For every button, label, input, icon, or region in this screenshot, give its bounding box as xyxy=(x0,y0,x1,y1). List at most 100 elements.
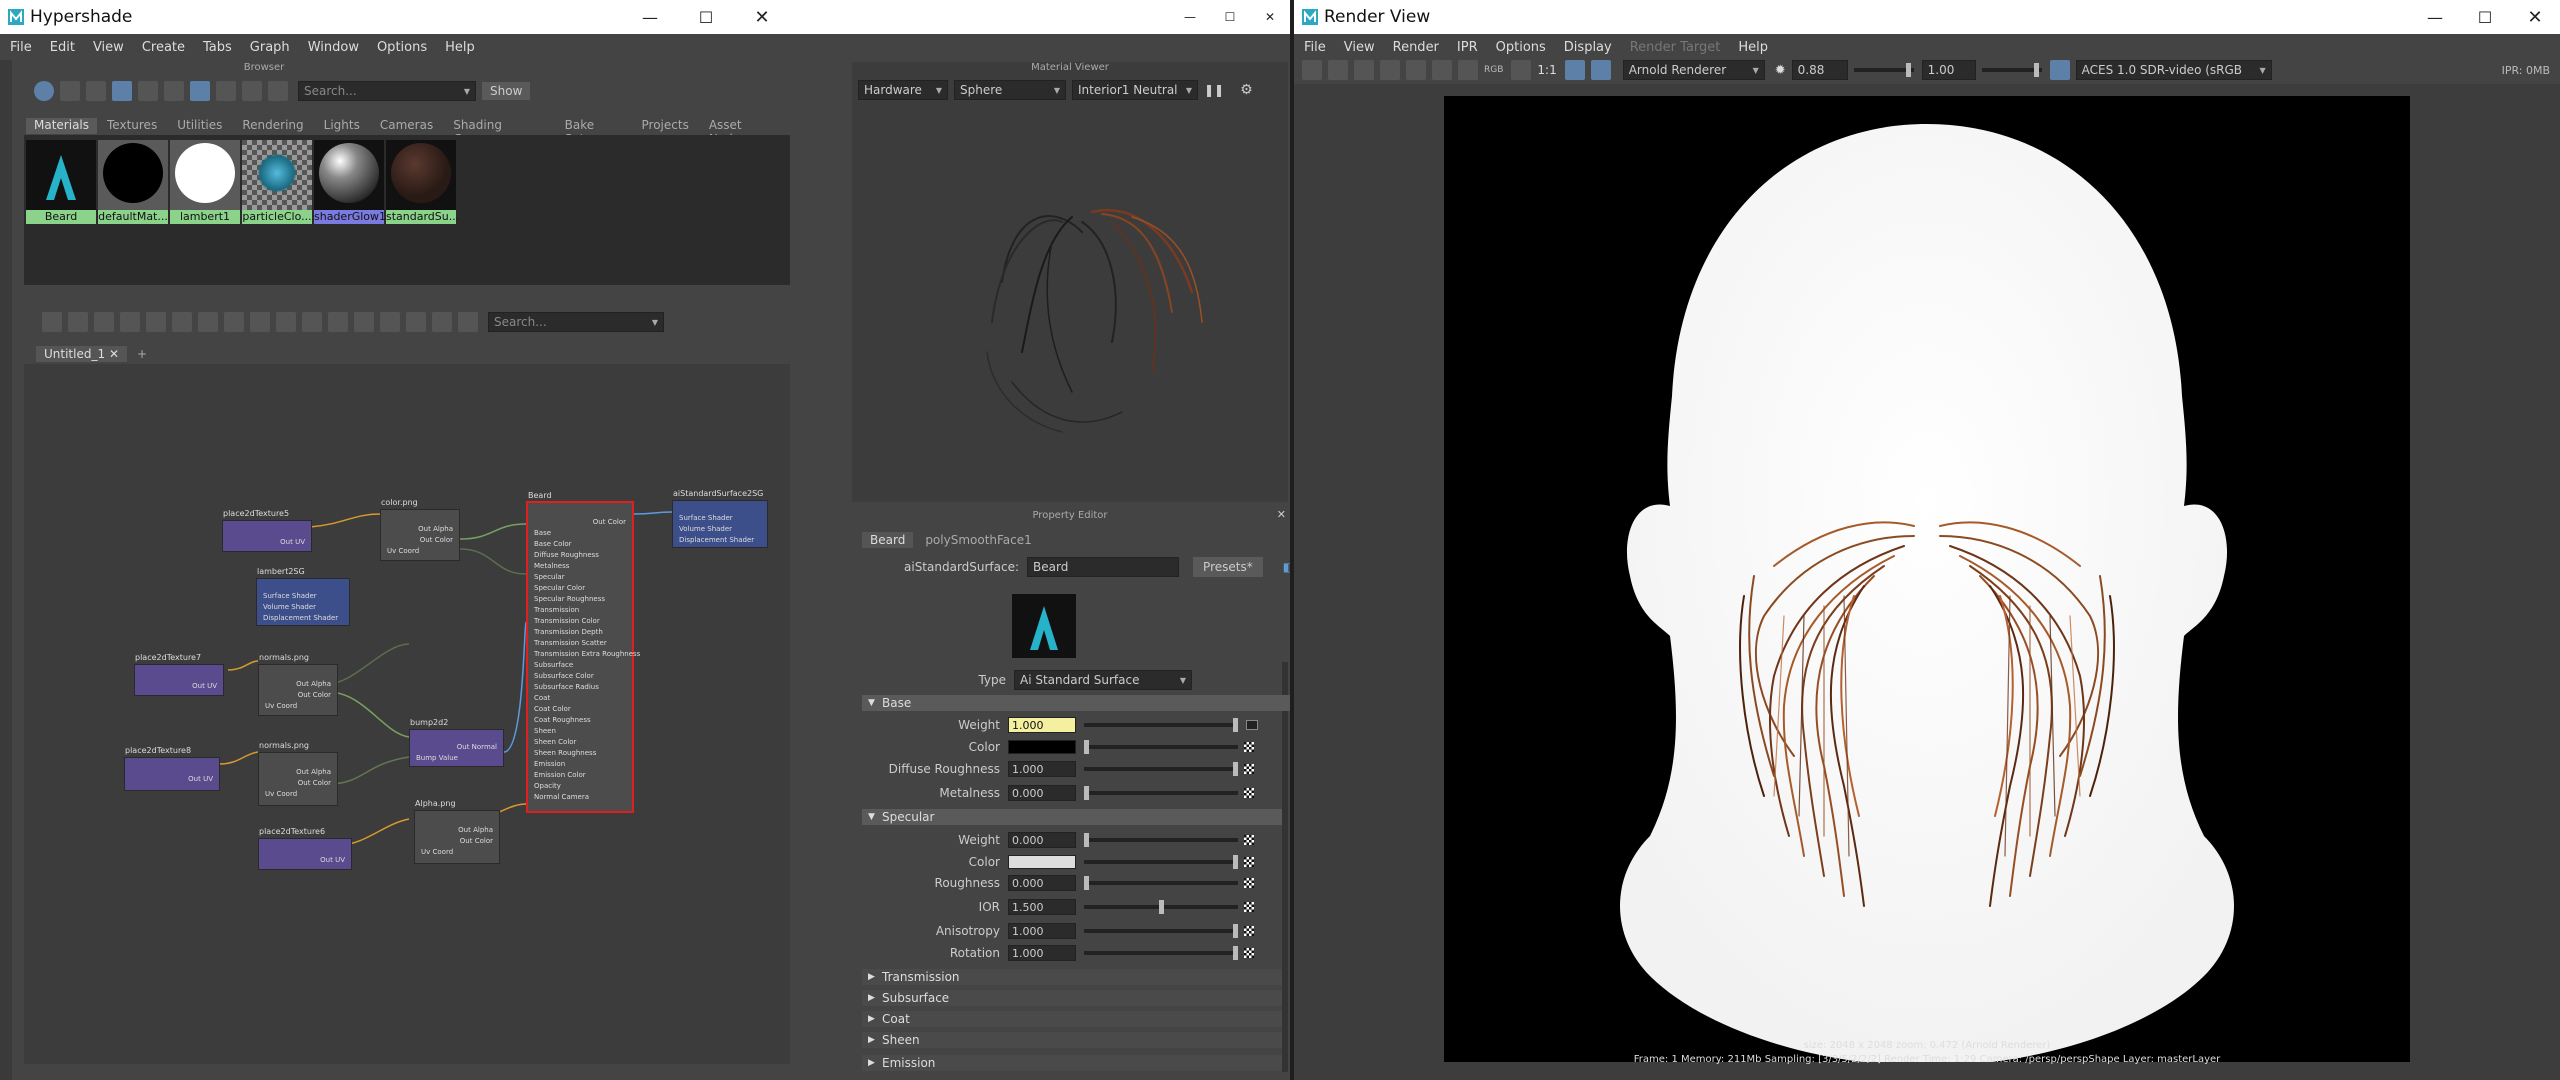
icons-view-icon[interactable] xyxy=(112,81,132,101)
section-sheen[interactable]: ▶ Sheen xyxy=(862,1032,1282,1048)
full-mode-icon[interactable] xyxy=(276,312,296,332)
viewer-environment-dropdown[interactable]: Interior1 Neutral xyxy=(1072,80,1198,100)
exposure-icon[interactable]: ✹ xyxy=(1775,63,1786,78)
gamma-slider[interactable] xyxy=(1981,63,2042,77)
node-bump2d2[interactable]: bump2d2 Out Normal Bump Value xyxy=(409,718,504,767)
redo-render-icon[interactable] xyxy=(1302,60,1322,80)
tab-materials[interactable]: Materials xyxy=(26,118,98,134)
attr-ior[interactable]: IOR 1.500 xyxy=(868,898,1282,916)
display-icon[interactable] xyxy=(1564,60,1585,80)
hs-minimize-button[interactable]: — xyxy=(1170,0,1210,34)
renderer-dropdown[interactable]: Arnold Renderer xyxy=(1622,60,1765,80)
rv-menu-file[interactable]: File xyxy=(1304,40,1326,55)
render-region-icon[interactable] xyxy=(1328,60,1348,80)
remove-selected-icon[interactable] xyxy=(172,312,192,332)
rv-menu-ipr[interactable]: IPR xyxy=(1457,40,1478,55)
find-icon[interactable] xyxy=(328,312,348,332)
rv-menu-help[interactable]: Help xyxy=(1738,40,1768,55)
tab-utilities[interactable]: Utilities xyxy=(167,118,232,134)
section-specular[interactable]: ▼ Specular xyxy=(862,809,1282,825)
node-place2dtexture6[interactable]: place2dTexture6 Out UV xyxy=(258,827,352,870)
node-normals-png-2[interactable]: normals.png Out Alpha Out Color Uv Coord xyxy=(258,741,338,806)
frame-image-icon[interactable] xyxy=(1590,60,1611,80)
rv-maximize-button[interactable]: ☐ xyxy=(2460,0,2510,34)
node-place2dtexture5[interactable]: place2dTexture5 Out UV xyxy=(222,509,312,552)
swatch-standard-surface[interactable]: standardSu... xyxy=(386,140,459,224)
type-dropdown[interactable]: Ai Standard Surface xyxy=(1014,670,1192,690)
add-tab-button[interactable]: + xyxy=(137,347,147,361)
tab-untitled-1[interactable]: Untitled_1 ✕ xyxy=(36,346,127,362)
real-size-button[interactable]: 1:1 xyxy=(1537,63,1556,77)
close-property-editor-icon[interactable]: ✕ xyxy=(1277,508,1286,521)
swatch-toggle-icon[interactable] xyxy=(354,312,374,332)
exposure-slider[interactable] xyxy=(1853,63,1914,77)
node-lock-icon[interactable] xyxy=(458,312,478,332)
list-icon[interactable] xyxy=(86,81,106,101)
simple-mode-icon[interactable] xyxy=(224,312,244,332)
checker-map-icon[interactable] xyxy=(1244,948,1254,958)
grid-icon[interactable] xyxy=(380,312,400,332)
color-swatch-white[interactable] xyxy=(1008,855,1076,869)
show-button[interactable]: Show xyxy=(482,82,531,100)
remove-image-icon[interactable] xyxy=(1458,60,1478,80)
swatch-particle-cloud[interactable]: particleClo... xyxy=(242,140,312,224)
presets-button[interactable]: Presets* xyxy=(1193,557,1263,577)
rv-close-button[interactable]: ✕ xyxy=(2510,0,2560,34)
menu-tabs[interactable]: Tabs xyxy=(203,40,232,55)
rv-menu-render[interactable]: Render xyxy=(1393,40,1439,55)
checker-map-icon[interactable] xyxy=(1244,926,1254,936)
menu-create[interactable]: Create xyxy=(142,40,185,55)
checker-map-icon[interactable] xyxy=(1244,788,1254,798)
clear-graph-icon[interactable] xyxy=(120,312,140,332)
section-transmission[interactable]: ▶ Transmission xyxy=(862,969,1282,985)
menu-help[interactable]: Help xyxy=(445,40,475,55)
hs-maximize-button[interactable]: ☐ xyxy=(1210,0,1250,34)
node-color-png[interactable]: color.png Out Alpha Out Color Uv Coord xyxy=(380,498,460,561)
snapshot-icon[interactable] xyxy=(1354,60,1374,80)
node-graph-canvas[interactable]: place2dTexture5 Out UV color.png Out Alp… xyxy=(24,364,790,1064)
tab-cameras[interactable]: Cameras xyxy=(370,118,443,134)
section-subsurface[interactable]: ▶ Subsurface xyxy=(862,990,1282,1006)
node-place2dtexture7[interactable]: place2dTexture7 Out UV xyxy=(134,653,224,696)
section-emission[interactable]: ▶ Emission xyxy=(862,1055,1282,1071)
output-connections-icon[interactable] xyxy=(94,312,114,332)
maximize-button[interactable]: ☐ xyxy=(678,0,734,34)
checker-map-icon[interactable] xyxy=(1244,902,1254,912)
map-button-icon[interactable] xyxy=(1246,720,1258,730)
viewer-settings-icon[interactable]: ⚙ xyxy=(1240,82,1253,98)
swatch-beard[interactable]: Beard xyxy=(26,140,96,224)
attr-specular-color[interactable]: Color xyxy=(868,853,1282,871)
attr-anisotropy[interactable]: Anisotropy 1.000 xyxy=(868,922,1282,940)
attr-specular-weight[interactable]: Weight 0.000 xyxy=(868,831,1282,849)
graph-search-input[interactable]: Search... xyxy=(488,312,664,332)
menu-file[interactable]: File xyxy=(10,40,32,55)
attr-diffuse-roughness[interactable]: Diffuse Roughness 1.000 xyxy=(868,760,1282,778)
rv-minimize-button[interactable]: — xyxy=(2410,0,2460,34)
minimize-button[interactable]: — xyxy=(622,0,678,34)
tab-polysmoothface1[interactable]: polySmoothFace1 xyxy=(913,532,1043,548)
color-management-icon[interactable] xyxy=(2049,60,2070,80)
exposure-field[interactable]: 0.88 xyxy=(1791,60,1848,80)
split-icon[interactable] xyxy=(60,81,80,101)
menu-edit[interactable]: Edit xyxy=(50,40,75,55)
node-aistandardsurface2sg[interactable]: aiStandardSurface2SG Surface Shader Volu… xyxy=(672,489,768,548)
node-alpha-png[interactable]: Alpha.png Out Alpha Out Color Uv Coord xyxy=(414,799,500,864)
node-place2dtexture8[interactable]: place2dTexture8 Out UV xyxy=(124,746,220,791)
ipr-render-icon[interactable] xyxy=(1380,60,1400,80)
checker-map-icon[interactable] xyxy=(1244,857,1254,867)
menu-view[interactable]: View xyxy=(93,40,124,55)
graph-select-icon[interactable] xyxy=(190,81,210,101)
tab-rendering[interactable]: Rendering xyxy=(232,118,313,134)
attr-base-weight[interactable]: Weight 1.000 xyxy=(868,716,1282,734)
tab-projects[interactable]: Projects xyxy=(632,118,699,134)
tab-asset-nodes[interactable]: Asset Nodes xyxy=(699,118,790,146)
swatch-lambert1[interactable]: lambert1 xyxy=(170,140,240,224)
io-connections-icon[interactable] xyxy=(68,312,88,332)
swatch-shader-glow[interactable]: shaderGlow1 xyxy=(314,140,386,224)
node-lambert2sg[interactable]: lambert2SG Surface Shader Volume Shader … xyxy=(256,567,350,626)
viewer-renderer-dropdown[interactable]: Hardware xyxy=(858,80,948,100)
input-connections-icon[interactable] xyxy=(42,312,62,332)
color-swatch-black[interactable] xyxy=(1008,740,1076,754)
rgb-channel-button[interactable]: RGB xyxy=(1484,65,1503,75)
menu-options[interactable]: Options xyxy=(377,40,427,55)
